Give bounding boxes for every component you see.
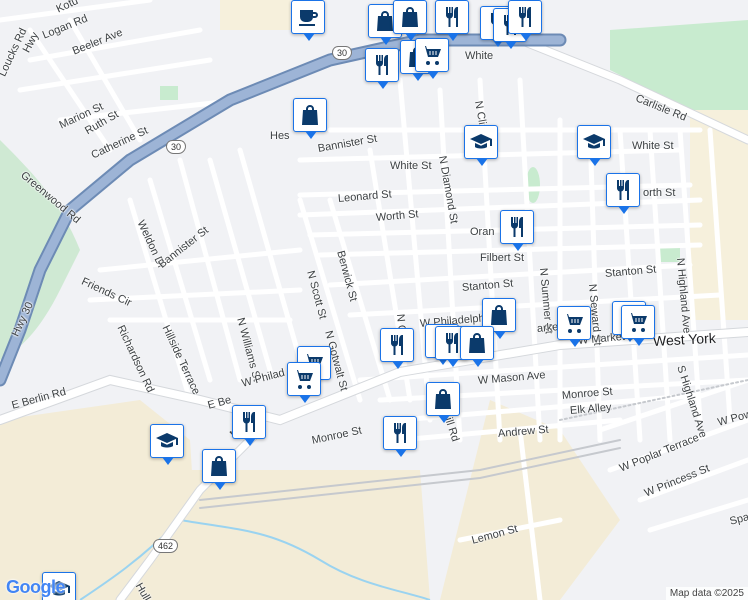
restaurant-icon xyxy=(440,5,464,29)
shopping-bag-icon xyxy=(487,303,511,327)
street-label: Oran xyxy=(470,226,495,238)
restaurant-icon xyxy=(611,178,635,202)
school-icon xyxy=(155,429,179,453)
poi-marker[interactable] xyxy=(426,382,460,423)
poi-marker[interactable] xyxy=(380,328,414,369)
poi-marker[interactable] xyxy=(393,0,427,41)
route-shield: 30 xyxy=(332,46,353,60)
shopping-bag-icon xyxy=(207,454,231,478)
street-label: Filbert St xyxy=(480,252,525,264)
poi-marker[interactable] xyxy=(150,424,184,465)
poi-marker[interactable] xyxy=(365,48,399,89)
poi-marker[interactable] xyxy=(621,305,655,346)
school-icon xyxy=(469,130,493,154)
poi-marker[interactable] xyxy=(415,38,449,79)
poi-marker[interactable] xyxy=(460,326,494,367)
route-shield: 462 xyxy=(153,539,179,553)
street-label: West York xyxy=(652,329,717,349)
poi-marker[interactable] xyxy=(500,210,534,251)
restaurant-icon xyxy=(237,410,261,434)
poi-marker[interactable] xyxy=(232,405,266,446)
poi-marker[interactable] xyxy=(383,416,417,457)
poi-marker[interactable] xyxy=(557,306,591,347)
google-logo-text: Google xyxy=(6,577,66,597)
street-label: Hes xyxy=(270,130,290,142)
shopping-bag-icon xyxy=(298,103,322,127)
poi-marker[interactable] xyxy=(287,362,321,403)
poi-marker[interactable] xyxy=(202,449,236,490)
street-label: White xyxy=(465,50,494,62)
shopping-bag-icon xyxy=(465,331,489,355)
poi-marker[interactable] xyxy=(435,0,469,41)
poi-marker[interactable] xyxy=(606,173,640,214)
route-shield: 30 xyxy=(166,140,187,154)
shopping-bag-icon xyxy=(431,387,455,411)
poi-marker[interactable] xyxy=(464,125,498,166)
shopping-cart-icon xyxy=(420,43,444,67)
street-label: White St xyxy=(390,160,432,172)
shopping-cart-icon xyxy=(562,311,586,335)
restaurant-icon xyxy=(505,215,529,239)
restaurant-icon xyxy=(388,421,412,445)
poi-marker[interactable] xyxy=(577,125,611,166)
map-canvas[interactable]: Kotu Logan Rd Beeler Ave Loucks Rd Hwy Marion… xyxy=(0,0,748,600)
poi-marker[interactable] xyxy=(508,0,542,41)
school-icon xyxy=(582,130,606,154)
cafe-icon xyxy=(296,5,320,29)
map-attribution[interactable]: Map data ©2025 xyxy=(665,587,748,600)
google-logo: Google xyxy=(6,577,66,598)
restaurant-icon xyxy=(513,5,537,29)
poi-marker[interactable] xyxy=(293,98,327,139)
restaurant-icon xyxy=(370,53,394,77)
poi-marker[interactable] xyxy=(291,0,325,41)
shopping-cart-icon xyxy=(292,367,316,391)
shopping-bag-icon xyxy=(398,5,422,29)
street-label: White St xyxy=(632,140,674,152)
shopping-cart-icon xyxy=(626,310,650,334)
restaurant-icon xyxy=(385,333,409,357)
street-label: orth St xyxy=(643,187,676,199)
